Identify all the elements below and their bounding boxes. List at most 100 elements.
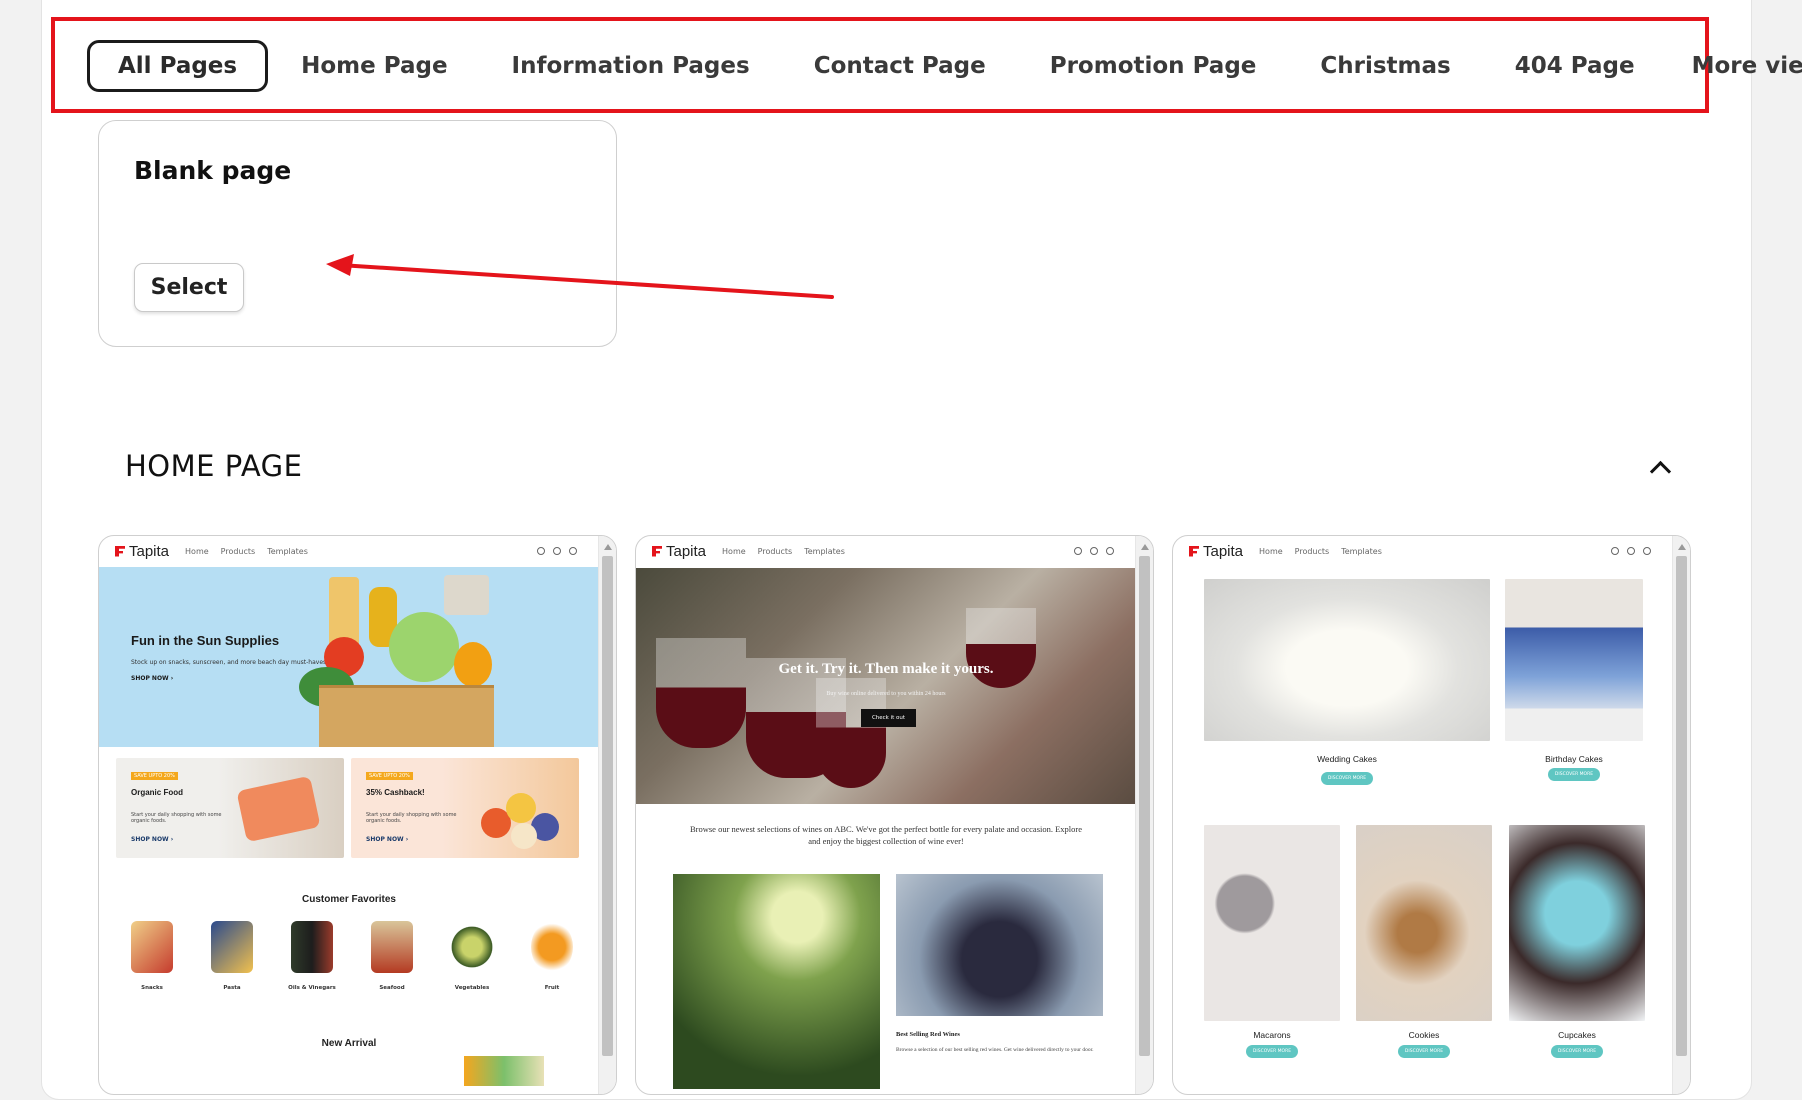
nav-link: Products (757, 546, 793, 556)
chevron-up-icon[interactable] (1645, 452, 1675, 482)
nav-link: Templates (1341, 546, 1382, 556)
search-icon (1074, 547, 1082, 555)
fruit-4 (511, 823, 537, 849)
section-title: HOME PAGE (125, 449, 303, 483)
category-row: Snacks Pasta Oils & Vinegars Seafood Veg… (117, 921, 587, 991)
discover-more-button: DISCOVER MORE (1321, 772, 1373, 785)
card-text: Browse a selection of our best selling r… (896, 1047, 1094, 1053)
preview-navbar: Tapita Home Products Templates (99, 536, 599, 566)
tapita-logo-icon (1189, 545, 1199, 557)
promo-shop-link: SHOP NOW › (366, 836, 409, 843)
hero-shop-link: SHOP NOW › (131, 675, 174, 682)
promo-badge: SAVE UPTO 20% (366, 772, 413, 780)
promo-shop-link: SHOP NOW › (131, 836, 174, 843)
user-icon (1090, 547, 1098, 555)
category-image (131, 921, 173, 973)
category-item: Snacks (117, 921, 187, 991)
tab-christmas[interactable]: Christmas (1320, 53, 1450, 79)
cake-label: Wedding Cakes (1317, 754, 1377, 764)
promo-title: 35% Cashback! (366, 788, 425, 797)
nav-link: Templates (804, 546, 845, 556)
tapita-logo-icon (652, 545, 662, 557)
hero-banner: Fun in the Sun Supplies Stock up on snac… (99, 567, 599, 747)
grape-vine-image (673, 874, 880, 1089)
template-preview-cakes[interactable]: Tapita Home Products Templates Wedding C… (1172, 535, 1691, 1095)
category-label: Vegetables (454, 985, 490, 991)
discover-more-button: DISCOVER MORE (1548, 768, 1600, 781)
nav-link: Products (1294, 546, 1330, 556)
scrollbar-thumb[interactable] (602, 556, 613, 1056)
category-image (211, 921, 253, 973)
cart-icon (569, 547, 577, 555)
category-label: Seafood (379, 985, 405, 991)
search-icon (1611, 547, 1619, 555)
nav-link: Home (1259, 546, 1283, 556)
hero-title: Fun in the Sun Supplies (131, 633, 280, 648)
preview-scrollbar[interactable] (598, 536, 616, 1094)
preview-navbar: Tapita Home Products Templates (636, 536, 1136, 566)
page-type-tabs: All Pages Home Page Information Pages Co… (87, 39, 1802, 93)
template-preview-wine[interactable]: Tapita Home Products Templates Get it. T… (635, 535, 1154, 1095)
hero-cta-button: Check it out (861, 709, 916, 727)
nav-icons (537, 547, 577, 555)
category-label: Snacks (141, 985, 163, 991)
new-arrival-image (464, 1056, 544, 1086)
cake-label: Birthday Cakes (1545, 754, 1603, 764)
nav-link: Home (722, 546, 746, 556)
category-item: Seafood (357, 921, 427, 991)
brand-logo: Tapita (115, 543, 169, 560)
hero-title: Get it. Try it. Then make it yours. (778, 661, 994, 677)
discover-more-button: DISCOVER MORE (1551, 1045, 1603, 1058)
search-icon (537, 547, 545, 555)
tab-more-views-label: More views (1691, 53, 1802, 79)
brand-name: Tapita (666, 542, 707, 560)
cookies-image (1356, 825, 1492, 1021)
preview-scrollbar[interactable] (1135, 536, 1153, 1094)
user-icon (1627, 547, 1635, 555)
annotation-arrow (326, 254, 834, 299)
tapita-logo-icon (115, 545, 125, 557)
tab-more-views[interactable]: More views (1692, 53, 1802, 79)
brand-logo: Tapita (652, 543, 706, 560)
select-button[interactable]: Select (134, 263, 244, 312)
tab-all-pages[interactable]: All Pages (87, 40, 269, 92)
salmon-image (236, 775, 321, 843)
category-image (531, 921, 573, 973)
scrollbar-thumb[interactable] (1139, 556, 1150, 1056)
tab-information-pages[interactable]: Information Pages (512, 53, 750, 79)
cart-icon (1106, 547, 1114, 555)
fruit-image (471, 778, 571, 853)
cart-icon (1643, 547, 1651, 555)
promo-cashback: SAVE UPTO 20% 35% Cashback! Start your d… (351, 758, 579, 858)
brand-name: Tapita (129, 542, 170, 560)
category-item: Fruit (517, 921, 587, 991)
tab-404-page[interactable]: 404 Page (1515, 53, 1635, 79)
grapes-in-hands-image (896, 874, 1103, 1016)
category-item: Pasta (197, 921, 267, 991)
veg-cabbage (389, 612, 459, 682)
veg-crate (319, 685, 494, 747)
scrollbar-thumb[interactable] (1676, 556, 1687, 1056)
category-image (291, 921, 333, 973)
hero-subtitle: Stock up on snacks, sunscreen, and more … (131, 659, 329, 666)
category-image (371, 921, 413, 973)
brand-logo: Tapita (1189, 543, 1243, 560)
blank-page-card: Blank page Select (98, 120, 617, 347)
veg-eggs (444, 575, 489, 615)
promo-organic-food: SAVE UPTO 20% Organic Food Start your da… (116, 758, 344, 858)
wedding-cake-image (1204, 579, 1490, 741)
tab-promotion-page[interactable]: Promotion Page (1050, 53, 1257, 79)
nav-link: Products (220, 546, 256, 556)
template-preview-grocery[interactable]: Tapita Home Products Templates Fun in th… (98, 535, 617, 1095)
tab-home-page[interactable]: Home Page (301, 53, 447, 79)
brand-name: Tapita (1203, 542, 1244, 560)
tab-contact-page[interactable]: Contact Page (814, 53, 986, 79)
category-image (451, 921, 493, 973)
cake-label: Cupcakes (1558, 1030, 1596, 1040)
discover-more-button: DISCOVER MORE (1398, 1045, 1450, 1058)
promo-title: Organic Food (131, 788, 183, 797)
birthday-cake-image (1505, 579, 1643, 741)
preview-scrollbar[interactable] (1672, 536, 1690, 1094)
nav-icons (1074, 547, 1114, 555)
customer-favorites-title: Customer Favorites (302, 894, 396, 905)
